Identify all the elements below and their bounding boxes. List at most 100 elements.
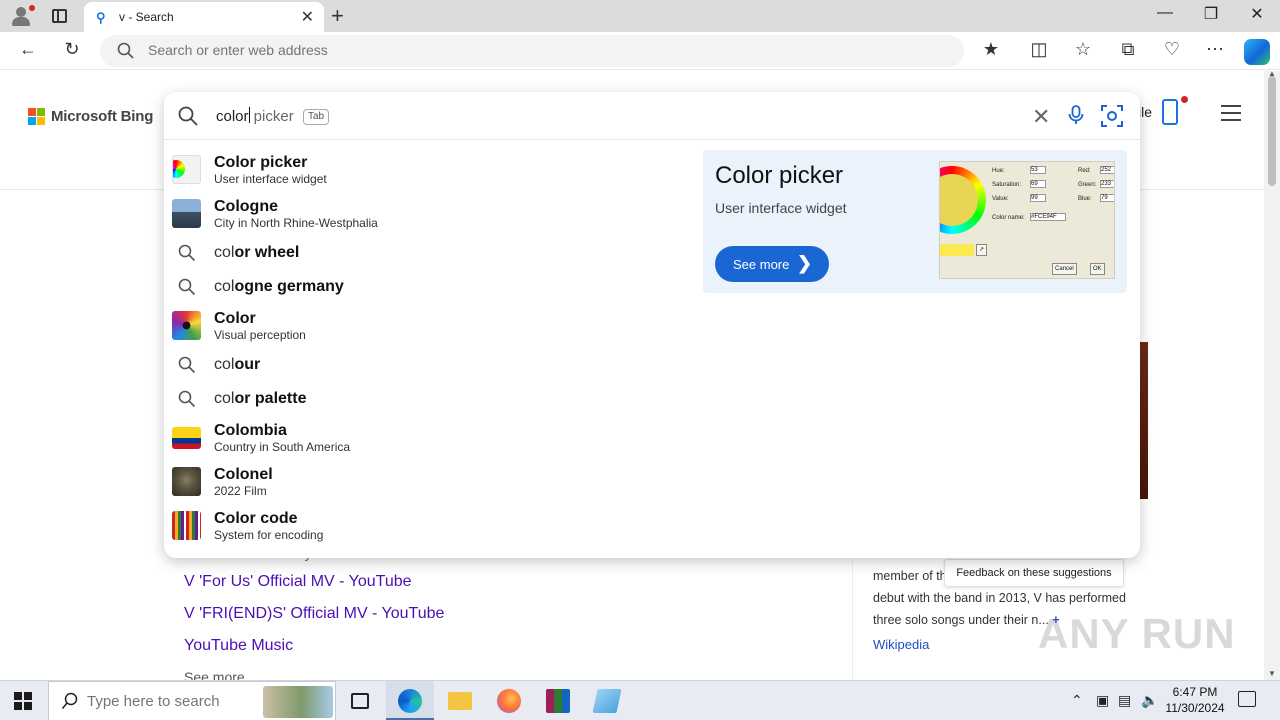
suggestion-title: Colombia — [214, 422, 287, 439]
collections-icon[interactable]: ⧉ — [1116, 39, 1140, 60]
notepad-icon[interactable] — [583, 681, 631, 720]
feedback-button[interactable]: Feedback on these suggestions — [944, 559, 1124, 587]
system-clock[interactable]: 6:47 PM 11/30/2024 — [1160, 684, 1230, 716]
bing-logo[interactable]: Microsoft Bing — [28, 108, 153, 125]
val-value: 99 — [1030, 194, 1046, 202]
restore-icon[interactable]: ❐ — [1188, 4, 1234, 24]
suggestion-subtitle: City in North Rhine-Westphalia — [214, 216, 378, 230]
anyrun-watermark: ANY RUN — [1038, 610, 1236, 657]
task-view-icon[interactable] — [336, 681, 384, 720]
visual-search-icon[interactable] — [1101, 105, 1123, 127]
kp-text: member of th — [873, 569, 947, 583]
color-swatch — [940, 244, 974, 256]
firefox-icon[interactable] — [485, 681, 533, 720]
kp-text: debut with the band in 2013, V has perfo… — [873, 591, 1126, 605]
volume-icon[interactable]: 🔈 — [1141, 692, 1158, 709]
search-icon[interactable] — [178, 106, 198, 126]
suggestion-subtitle: 2022 Film — [214, 484, 267, 498]
wikipedia-link[interactable]: Wikipedia — [873, 637, 929, 652]
logo-text: Microsoft Bing — [51, 108, 154, 125]
suggestion-prefix: col — [214, 278, 235, 295]
card-title: Color picker — [715, 162, 844, 189]
suggestion-rest: our — [234, 356, 261, 373]
notification-center-icon[interactable] — [1238, 691, 1256, 707]
suggestion-rest: ogne germany — [234, 278, 344, 295]
clock-date: 11/30/2024 — [1165, 701, 1225, 715]
search-favicon-icon: ⚲ — [96, 10, 106, 25]
winrar-icon[interactable] — [534, 681, 582, 720]
card-subtitle: User interface widget — [715, 200, 847, 216]
profile-icon[interactable] — [8, 4, 36, 28]
search-query[interactable]: color picker — [216, 107, 294, 125]
new-tab-icon[interactable]: + — [331, 3, 344, 29]
result-link[interactable]: YouTube Music — [184, 637, 293, 655]
colonel-thumbnail — [172, 467, 201, 496]
color-thumbnail — [172, 311, 201, 340]
refresh-icon[interactable]: ↻ — [60, 39, 84, 60]
tab-strip: ⚲ v - Search ✕ + — ❐ ✕ — [0, 0, 1280, 32]
autosuggest-dropdown: color picker Tab ✕ Color picker User int… — [164, 92, 1140, 558]
back-icon[interactable]: ← — [16, 39, 40, 60]
dropdown-divider — [164, 139, 1140, 140]
favorites-icon[interactable]: ☆ — [1071, 39, 1095, 60]
hue-label: Hue: — [992, 168, 1005, 174]
see-more-button[interactable]: See more ❯ — [715, 246, 829, 282]
search-icon — [178, 390, 196, 408]
green-label: Green: — [1078, 182, 1097, 188]
result-link[interactable]: V 'For Us' Official MV - YouTube — [184, 573, 412, 591]
query-autocomplete: picker — [249, 108, 294, 125]
scroll-down-icon[interactable]: ▼ — [1268, 669, 1276, 678]
kp-text: three solo songs under their n... + — [873, 613, 1060, 627]
result-link[interactable]: V 'FRI(END)S' Official MV - YouTube — [184, 605, 444, 623]
red-label: Red: — [1078, 168, 1091, 174]
windows-start-icon[interactable] — [14, 692, 32, 710]
taskbar-search[interactable] — [48, 681, 336, 720]
kp-text-end: three solo songs under their n... — [873, 613, 1049, 627]
red-value: 252 — [1100, 166, 1114, 174]
microphone-icon[interactable] — [1067, 105, 1085, 125]
see-more-label: See more — [733, 257, 790, 272]
browser-essentials-icon[interactable]: ♡ — [1160, 39, 1184, 60]
tab-close-icon[interactable]: ✕ — [301, 7, 314, 27]
microsoft-logo-icon — [28, 108, 45, 125]
address-input[interactable] — [148, 42, 908, 58]
suggestion-prefix: col — [214, 244, 235, 261]
cancel-label: Cancel — [1052, 263, 1077, 275]
cologne-thumbnail — [172, 199, 201, 228]
page-scrollbar[interactable]: ▲ ▼ — [1264, 69, 1280, 680]
split-screen-icon[interactable]: ◫ — [1027, 39, 1051, 60]
color-code-thumbnail — [172, 511, 201, 540]
meet-now-icon[interactable]: ▣ — [1096, 692, 1109, 709]
windows-taskbar: ⌃ ▣ ▤ 🔈 6:47 PM 11/30/2024 — [0, 680, 1280, 720]
minimize-icon[interactable]: — — [1142, 4, 1188, 22]
mobile-icon[interactable] — [1162, 99, 1178, 125]
tab-actions-icon[interactable] — [52, 9, 67, 23]
hamburger-menu-icon[interactable] — [1221, 105, 1241, 126]
window-close-icon[interactable]: ✕ — [1234, 4, 1280, 24]
browser-tab[interactable]: ⚲ v - Search ✕ — [84, 2, 324, 32]
address-bar[interactable] — [100, 35, 964, 67]
suggestion-title: Color picker — [214, 154, 308, 171]
suggestion-rest: or wheel — [234, 244, 300, 261]
extensions-icon[interactable]: ★ — [979, 39, 1003, 60]
mobile-label[interactable]: ile — [1138, 104, 1152, 120]
scroll-thumb[interactable] — [1268, 76, 1276, 186]
green-value: 233 — [1100, 180, 1114, 188]
taskbar-search-input[interactable] — [87, 693, 257, 710]
suggestion-subtitle: User interface widget — [214, 172, 327, 186]
clock-time: 6:47 PM — [1172, 685, 1218, 699]
search-icon — [178, 356, 196, 374]
more-menu-icon[interactable]: ⋯ — [1203, 39, 1227, 60]
show-hidden-icons-icon[interactable]: ⌃ — [1071, 692, 1083, 709]
edge-taskbar-icon[interactable] — [386, 681, 434, 720]
clear-icon[interactable]: ✕ — [1032, 104, 1050, 130]
notification-dot — [1181, 96, 1188, 103]
copilot-icon[interactable] — [1244, 39, 1270, 65]
entity-preview-card: Color picker User interface widget See m… — [703, 150, 1127, 293]
search-icon — [61, 692, 78, 709]
tab-title: v - Search — [119, 10, 174, 24]
ok-label: OK — [1090, 263, 1105, 275]
file-explorer-icon[interactable] — [436, 681, 484, 720]
tab-hint-badge: Tab — [303, 109, 330, 125]
network-icon[interactable]: ▤ — [1118, 692, 1131, 709]
